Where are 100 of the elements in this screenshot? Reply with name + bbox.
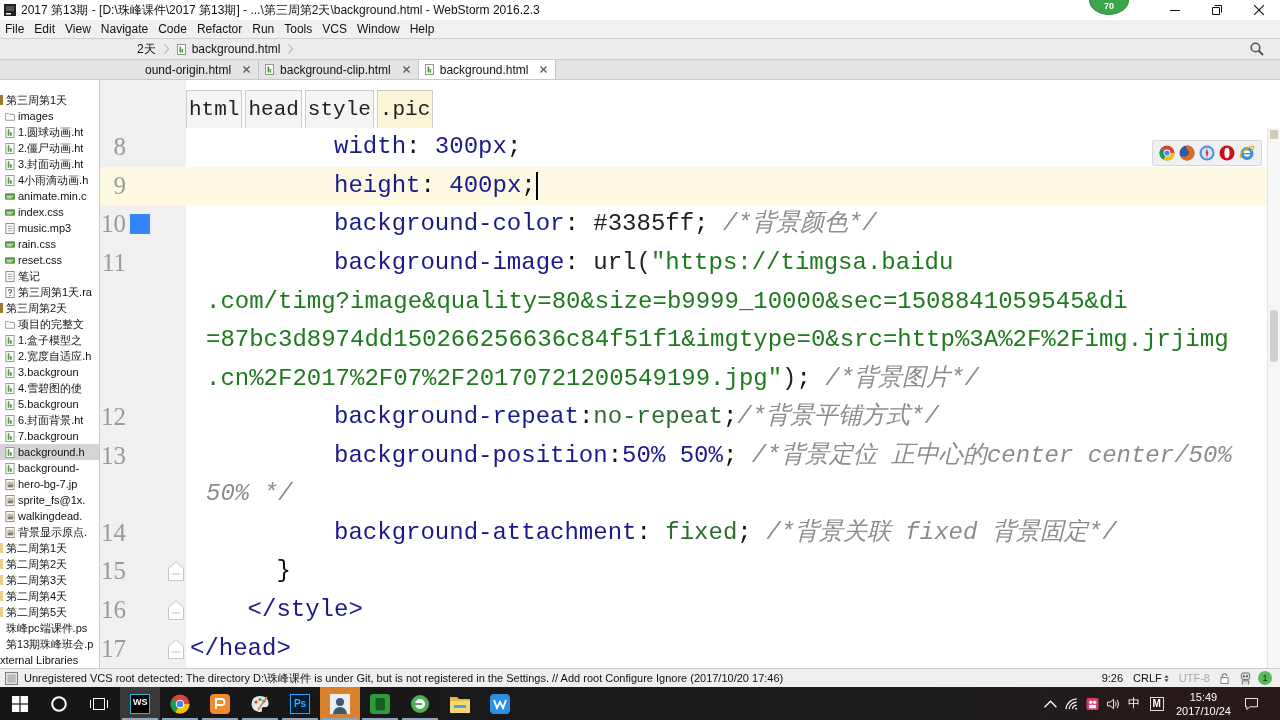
menu-item[interactable]: Code [158, 22, 187, 36]
taskbar-button[interactable]: Ps [280, 687, 320, 720]
caret-position[interactable]: 9:26 [1101, 672, 1124, 684]
menu-item[interactable]: Run [252, 22, 275, 36]
tree-item[interactable]: 4小雨滴动画.h [0, 172, 99, 188]
tree-item[interactable]: 第二周第5天 [0, 604, 99, 620]
scrollbar-thumb[interactable] [1270, 310, 1278, 362]
code-line: </style> [247, 595, 363, 626]
tree-item[interactable]: 珠峰pc端课件.ps [0, 620, 99, 636]
tree-item[interactable]: 第二周第3天 [0, 572, 99, 588]
tree-item[interactable]: 3.封面动画.ht [0, 156, 99, 172]
taskbar-button[interactable]: WS [120, 687, 160, 720]
round-logo-icon [410, 693, 430, 714]
editor-tab[interactable]: background.html [418, 60, 557, 79]
tree-item[interactable]: 第13期珠峰班会.p [0, 636, 99, 652]
tree-item[interactable]: 第二周第4天 [0, 588, 99, 604]
notification-count[interactable]: 1 [1258, 671, 1272, 685]
tree-item[interactable]: xternal Libraries [0, 652, 99, 668]
tree-item[interactable]: 第二周第2天 [0, 556, 99, 572]
line-number: 8 [113, 132, 126, 163]
color-swatch-icon[interactable] [130, 214, 150, 235]
tag-breadcrumb[interactable]: html [186, 90, 243, 128]
lock-icon[interactable] [1220, 672, 1229, 684]
menu-item[interactable]: Tools [284, 22, 313, 36]
tree-item[interactable]: rain.css [0, 236, 99, 252]
text-file-icon [5, 222, 15, 234]
menu-item[interactable]: Help [409, 22, 435, 36]
tree-item[interactable]: hero-bg-7.jp [0, 476, 99, 492]
tree-item[interactable]: images [0, 108, 99, 124]
tree-item[interactable]: background- [0, 460, 99, 476]
tool-windows-icon[interactable] [5, 671, 18, 685]
html-file-icon [5, 126, 15, 138]
close-icon[interactable] [243, 66, 251, 73]
menu-item[interactable]: File [5, 22, 25, 36]
clock-time[interactable]: 15:49 [1189, 689, 1218, 704]
chevron-up-icon[interactable] [1043, 697, 1057, 710]
tag-breadcrumb[interactable]: .pic [376, 90, 434, 128]
browser-icon[interactable] [1239, 145, 1255, 161]
menu-item[interactable]: Window [356, 22, 400, 36]
tree-item[interactable]: 6.封面背景.ht [0, 412, 99, 428]
tree-item[interactable]: 2.僵尸动画.ht [0, 140, 99, 156]
tree-item[interactable]: 第三周第1天 [0, 92, 99, 108]
tree-item[interactable]: 项目的完整文 [0, 316, 99, 332]
rounded-tile-icon [490, 693, 510, 714]
search-icon[interactable] [1250, 42, 1264, 56]
wifi-icon[interactable] [1064, 697, 1078, 710]
tree-item[interactable]: 1.圆球动画.ht [0, 124, 99, 140]
notification-icon[interactable] [1245, 697, 1258, 710]
tree-item[interactable]: 笔记 [0, 268, 99, 284]
tree-item[interactable]: 4.雪碧图的使 [0, 380, 99, 396]
menu-item[interactable]: View [65, 22, 91, 36]
line-number: 10 [101, 209, 126, 240]
html-file-icon [5, 350, 15, 362]
browser-icon[interactable] [1199, 145, 1215, 161]
browser-icon[interactable] [1219, 145, 1235, 161]
app-tray-icon[interactable] [1085, 697, 1099, 710]
taskbar-button[interactable] [320, 687, 360, 720]
robot-icon[interactable] [1239, 671, 1252, 685]
tag-breadcrumb[interactable]: head [245, 90, 302, 128]
ime-indicator[interactable]: 中 [1127, 695, 1140, 712]
html-file-icon [5, 366, 15, 378]
tree-item[interactable]: index.css [0, 204, 99, 220]
tray-app-tile[interactable]: M [1149, 696, 1164, 711]
browser-icon[interactable] [1159, 145, 1175, 161]
tree-item[interactable]: 第三周第1天.ra [0, 284, 99, 300]
close-icon[interactable] [540, 66, 548, 73]
menu-item[interactable]: Navigate [100, 22, 149, 36]
html-file-icon [5, 142, 15, 154]
speaker-icon[interactable] [1106, 697, 1120, 710]
tree-item[interactable]: sprite_fs@1x. [0, 492, 99, 508]
tree-item[interactable]: reset.css [0, 252, 99, 268]
updown-icon [1163, 673, 1169, 683]
nav-crumb[interactable]: 2天 [137, 40, 156, 58]
tree-item[interactable]: 5.backgroun [0, 396, 99, 412]
tree-item[interactable]: 第二周第1天 [0, 540, 99, 556]
nav-crumb[interactable]: background.html [176, 42, 281, 56]
editor-tab[interactable]: ound-origin.html [142, 60, 260, 79]
tree-item[interactable]: animate.min.c [0, 188, 99, 204]
tree-item[interactable]: 3.backgroun [0, 364, 99, 380]
analysis-marker-icon [1270, 130, 1278, 139]
tree-item[interactable]: background.h [0, 444, 99, 460]
menu-item[interactable]: Refactor [196, 22, 243, 36]
menu-item[interactable]: VCS [322, 22, 347, 36]
tree-item[interactable]: 第三周第2天 [0, 300, 99, 316]
menu-item[interactable]: Edit [34, 22, 56, 36]
tree-item[interactable]: 背景显示原点. [0, 524, 99, 540]
scrollbar-track[interactable] [1267, 128, 1280, 668]
tree-item[interactable]: 1.盒子模型之 [0, 332, 99, 348]
tree-item[interactable]: 2.宽度自适应.h [0, 348, 99, 364]
tree-item[interactable]: walkingdead. [0, 508, 99, 524]
code-line: width: 300px; [334, 132, 522, 163]
close-icon[interactable] [402, 66, 410, 73]
browser-icon[interactable] [1179, 145, 1195, 161]
clock-date[interactable]: 2017/10/24 [1175, 703, 1231, 718]
tag-breadcrumb[interactable]: style [304, 90, 374, 128]
line-separator-button[interactable]: CRLF [1133, 672, 1169, 684]
restore-icon [1212, 5, 1222, 15]
tree-item[interactable]: 7.backgroun [0, 428, 99, 444]
line-number: 11 [101, 247, 126, 278]
tree-item[interactable]: music.mp3 [0, 220, 99, 236]
